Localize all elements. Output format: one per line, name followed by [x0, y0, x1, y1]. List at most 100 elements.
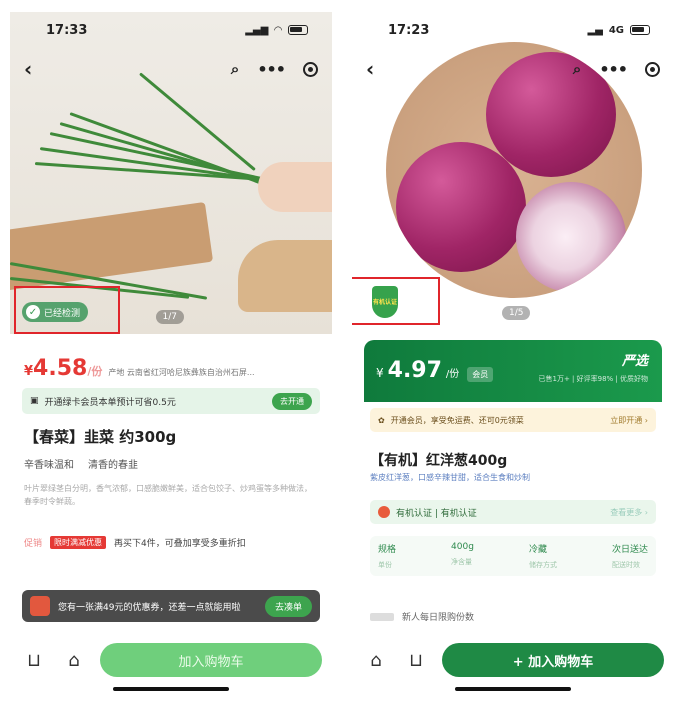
spec-value: 单份	[378, 561, 392, 569]
product-tag: 辛香味温和	[24, 460, 74, 471]
price: ¥ 4.97 /份 会员	[376, 358, 494, 383]
promo-text: 再买下4件，可叠加享受多重折扣	[114, 539, 246, 549]
onion	[396, 142, 526, 272]
price-chip: 会员	[467, 367, 494, 382]
add-to-cart-button[interactable]: + 加入购物车	[442, 643, 664, 677]
wooden-base	[238, 240, 332, 312]
cart-icon[interactable]: ⊔	[402, 646, 430, 674]
nav-bar: ‹ ⌕ •••	[352, 56, 674, 82]
price-currency: ¥	[376, 366, 384, 380]
promo-row[interactable]: 促销 限时满减优惠 再买下4件，可叠加享受多重折扣	[24, 536, 318, 549]
image-pager: 1/5	[502, 306, 531, 320]
vip-strip[interactable]: ▣ 开通绿卡会员本单预计可省0.5元 去开通	[22, 388, 320, 414]
bottom-bar: ⌂ ⊔ + 加入购物车	[352, 638, 674, 682]
home-indicator	[455, 687, 571, 691]
bottom-bar: ⊔ ⌂ 加入购物车	[10, 638, 332, 682]
product-description: 紫皮红洋葱，口感辛辣甘甜，适合生食和炒制	[370, 473, 530, 482]
toast-text: 您有一张满49元的优惠券，还差一点就能用啦	[58, 602, 241, 613]
spec-key: 次日送达	[611, 545, 648, 555]
promo-label: 促销	[24, 539, 43, 549]
price-row: ¥4.58/份 产地 云南省红河哈尼族彝族自治州石屏...	[10, 356, 332, 381]
close-miniapp-icon[interactable]	[303, 61, 318, 77]
search-icon[interactable]: ⌕	[573, 60, 581, 78]
spec-list: 规格单份 400g 净含量 冷藏储存方式 次日送达配送时效	[370, 536, 656, 576]
price-value: 4.97	[387, 358, 442, 383]
open-vip-button[interactable]: 去开通	[272, 392, 312, 410]
member-note-row: 新人每日限购份数	[370, 610, 656, 623]
home-icon[interactable]: ⌂	[60, 646, 88, 674]
add-to-cart-button[interactable]: 加入购物车	[100, 643, 322, 677]
left-screen: 1/7 ✓ 已经检测 17:33 ▂▄▆ ◠ ‹ ⌕ ••• ¥4.58/份 产地…	[10, 12, 332, 697]
status-time: 17:33	[46, 22, 88, 38]
signal-icon: ▂▄	[587, 24, 603, 36]
toast-button[interactable]: 去凑单	[264, 595, 312, 617]
product-title: 【有机】红洋葱400g	[370, 453, 508, 469]
placeholder-bar	[370, 612, 394, 621]
spec-key: 规格	[378, 545, 397, 555]
price-unit: /份	[445, 369, 460, 380]
cart-icon[interactable]: ⊔	[20, 646, 48, 674]
cert-text: 有机认证 | 有机认证	[396, 508, 477, 519]
card-icon: ▣	[30, 396, 39, 406]
product-title: 【春菜】韭菜 约300g	[24, 428, 177, 446]
status-icons: ▂▄▆ ◠	[245, 25, 308, 36]
certification-row[interactable]: 有机认证 | 有机认证 查看更多 ›	[370, 500, 656, 524]
network-label: 4G	[608, 24, 624, 36]
spec-value: 储存方式	[528, 561, 557, 569]
back-icon[interactable]: ‹	[24, 57, 231, 81]
image-pager: 1/7	[155, 310, 184, 324]
hand	[258, 162, 332, 212]
wifi-icon: ◠	[274, 24, 282, 36]
spec-value: 净含量	[451, 558, 473, 566]
cut-onion	[516, 182, 626, 292]
status-bar: 17:33 ▂▄▆ ◠	[10, 12, 332, 48]
right-screen: 1/5 有机认证 17:23 ▂▄ 4G ‹ ⌕ ••• ¥ 4.97 /份 会员…	[352, 12, 674, 697]
home-indicator	[113, 687, 229, 691]
status-bar: 17:23 ▂▄ 4G	[352, 12, 674, 48]
coupon-icon	[30, 596, 50, 616]
close-miniapp-icon[interactable]	[645, 61, 660, 77]
chive-stalk	[69, 112, 268, 187]
open-vip-link[interactable]: 立即开通 ›	[610, 415, 648, 426]
origin-info: 产地 云南省红河哈尼族彝族自治州石屏...	[108, 368, 255, 377]
vip-text: 开通会员，享受免运费、还可0元领菜	[390, 415, 524, 425]
spec-item: 400g 净含量	[451, 542, 474, 570]
vip-strip[interactable]: ✿ 开通会员，享受免运费、还可0元领菜 立即开通 ›	[370, 408, 656, 432]
nav-bar: ‹ ⌕ •••	[10, 56, 332, 82]
more-icon[interactable]: •••	[599, 60, 628, 79]
spec-key: 400g	[451, 542, 474, 552]
price-card: ¥ 4.97 /份 会员 严选 已售1万+ | 好评率98% | 优质好物	[364, 340, 662, 402]
price-currency: ¥	[24, 364, 34, 379]
promo-tag: 限时满减优惠	[50, 536, 107, 549]
cert-more-link[interactable]: 查看更多 ›	[610, 507, 648, 518]
battery-icon	[630, 25, 650, 35]
price: ¥4.58/份	[24, 356, 102, 381]
spec-key: 冷藏	[528, 545, 547, 555]
vip-text: 开通绿卡会员本单预计可省0.5元	[44, 397, 176, 408]
member-note: 新人每日限购份数	[402, 613, 475, 623]
cert-icon	[378, 506, 390, 518]
product-tag: 清香的春韭	[88, 460, 138, 471]
back-icon[interactable]: ‹	[366, 57, 573, 81]
battery-icon	[288, 25, 308, 35]
crown-icon: ✿	[378, 415, 385, 425]
price-value: 4.58	[33, 356, 88, 381]
highlight-box	[352, 277, 440, 325]
highlight-box	[14, 286, 120, 334]
spec-item: 规格 单份	[378, 542, 396, 570]
status-time: 17:23	[388, 22, 430, 38]
sales-info: 已售1万+ | 好评率98% | 优质好物	[538, 375, 649, 383]
coupon-toast[interactable]: 您有一张满49元的优惠券，还差一点就能用啦 去凑单	[22, 590, 320, 622]
more-icon[interactable]: •••	[257, 60, 286, 79]
spec-item: 冷藏 储存方式	[529, 542, 557, 570]
spec-item: 次日送达 配送时效	[612, 542, 648, 570]
home-icon[interactable]: ⌂	[362, 646, 390, 674]
product-description: 叶片翠绿茎白分明，香气浓郁，口感脆嫩鲜美，适合包饺子、炒鸡蛋等多种做法，春季时令…	[24, 484, 312, 506]
signal-icon: ▂▄▆	[245, 24, 269, 36]
product-tags: 辛香味温和 清香的春韭	[24, 456, 138, 471]
cutting-board	[10, 201, 214, 293]
search-icon[interactable]: ⌕	[231, 60, 239, 78]
status-icons: ▂▄ 4G	[587, 25, 650, 36]
brand-logo: 严选	[621, 354, 648, 369]
spec-value: 配送时效	[611, 561, 640, 569]
